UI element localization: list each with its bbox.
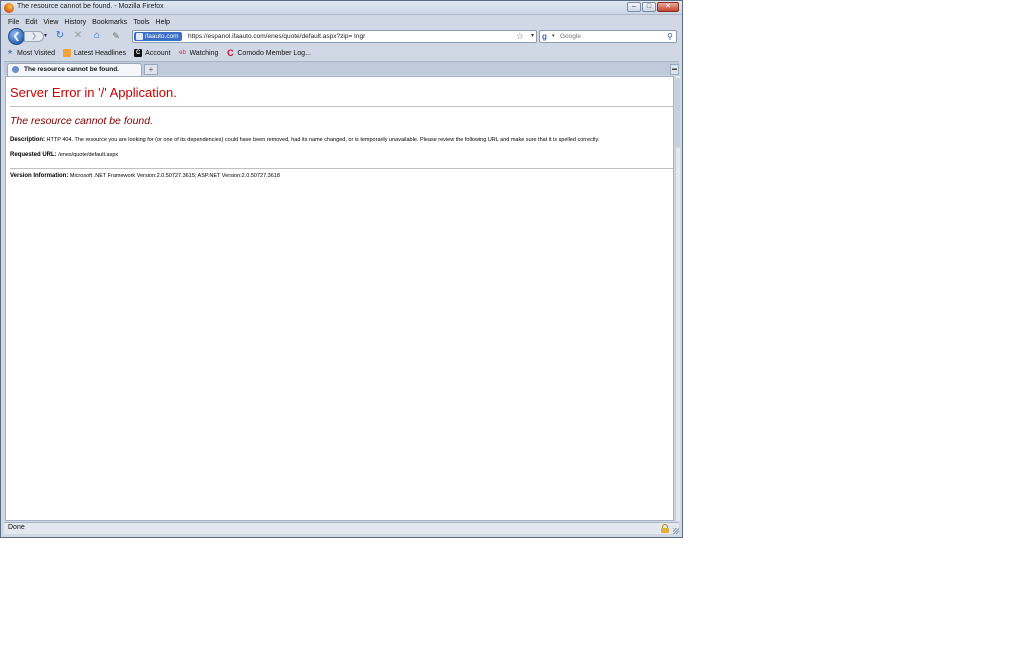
url-input[interactable] bbox=[188, 31, 508, 42]
description-text: HTTP 404. The resource you are looking f… bbox=[46, 137, 600, 143]
page-subheading: The resource cannot be found. bbox=[10, 115, 154, 127]
bookmark-label: Watching bbox=[189, 49, 219, 57]
vertical-scrollbar[interactable] bbox=[675, 76, 680, 521]
tools-icon[interactable]: ✎ bbox=[110, 30, 122, 42]
forward-arrow-icon: ❯ bbox=[31, 33, 37, 40]
title-bar[interactable]: The resource cannot be found. - Mozilla … bbox=[1, 1, 682, 15]
most-visited-icon: ★ bbox=[6, 49, 14, 56]
maximize-button[interactable]: □ bbox=[642, 2, 656, 12]
site-identity-button[interactable]: ifaauto.com bbox=[134, 32, 182, 41]
version-label: Version Information: bbox=[10, 173, 69, 179]
search-input[interactable] bbox=[560, 31, 660, 42]
back-button[interactable]: ❮ bbox=[8, 28, 25, 45]
version-value: Microsoft .NET Framework Version:2.0.507… bbox=[69, 173, 280, 179]
menu-bookmarks[interactable]: Bookmarks bbox=[92, 19, 127, 26]
engine-dropdown-icon[interactable]: ▾ bbox=[552, 33, 555, 39]
requested-url-paragraph: Requested URL: /enes/quote/default.aspx bbox=[10, 152, 118, 158]
page-favicon-icon bbox=[12, 66, 19, 73]
comodo-site-icon: C bbox=[227, 48, 234, 58]
window-title: The resource cannot be found. - Mozilla … bbox=[17, 3, 164, 10]
bookmarks-toolbar: ★ Most Visited Latest Headlines C Accoun… bbox=[6, 47, 311, 59]
back-arrow-icon: ❮ bbox=[12, 31, 21, 41]
menu-file[interactable]: File bbox=[8, 19, 19, 26]
forward-button[interactable]: ❯ bbox=[24, 31, 44, 42]
bookmark-account[interactable]: C Account bbox=[134, 49, 170, 57]
bookmark-label: Most Visited bbox=[17, 49, 55, 57]
browser-window: The resource cannot be found. - Mozilla … bbox=[0, 0, 683, 538]
tab-strip: The resource cannot be found. + ▬ bbox=[4, 61, 679, 76]
scrollbar-thumb[interactable] bbox=[676, 78, 680, 148]
divider bbox=[10, 168, 673, 169]
tab-list-button[interactable]: ▬ bbox=[670, 64, 679, 75]
site-identity-label: ifaauto.com bbox=[145, 33, 179, 40]
reload-icon[interactable]: ↻ bbox=[54, 30, 66, 42]
resize-grip-icon[interactable] bbox=[673, 528, 679, 534]
search-bar[interactable]: g ▾ ⚲ bbox=[539, 30, 677, 43]
lock-icon[interactable] bbox=[661, 524, 669, 533]
close-button[interactable]: ✕ bbox=[657, 2, 679, 12]
home-icon[interactable]: ⌂ bbox=[91, 30, 103, 42]
navigation-toolbar: ❮ ❯ ▾ ↻ ✕ ⌂ ✎ ifaauto.com ☆ ▾ g ▾ ⚲ bbox=[4, 28, 679, 45]
menu-view[interactable]: View bbox=[43, 19, 58, 26]
menu-bar: File Edit View History Bookmarks Tools H… bbox=[4, 16, 170, 28]
description-label: Description: bbox=[10, 137, 46, 143]
ebay-site-icon: eb bbox=[179, 50, 186, 56]
star-icon[interactable]: ☆ bbox=[516, 31, 524, 42]
bookmark-watching[interactable]: eb Watching bbox=[178, 49, 218, 57]
status-bar: Done bbox=[4, 522, 679, 534]
menu-edit[interactable]: Edit bbox=[25, 19, 37, 26]
account-site-icon: C bbox=[134, 49, 143, 57]
history-dropdown-icon[interactable]: ▾ bbox=[44, 32, 47, 39]
version-paragraph: Version Information: Microsoft .NET Fram… bbox=[10, 173, 280, 179]
rss-feed-icon bbox=[63, 49, 71, 57]
bookmark-label: Account bbox=[145, 49, 171, 57]
google-engine-icon[interactable]: g bbox=[542, 32, 551, 41]
minimize-button[interactable]: – bbox=[627, 2, 641, 12]
page-heading: Server Error in '/' Application. bbox=[10, 85, 177, 100]
url-dropdown-icon[interactable]: ▾ bbox=[531, 32, 534, 39]
stop-icon[interactable]: ✕ bbox=[72, 30, 84, 42]
menu-help[interactable]: Help bbox=[156, 19, 170, 26]
bookmark-label: Comodo Member Log... bbox=[237, 49, 311, 57]
requested-url-label: Requested URL: bbox=[10, 152, 57, 158]
new-tab-button[interactable]: + bbox=[144, 64, 158, 75]
url-bar[interactable]: ifaauto.com ☆ ▾ bbox=[132, 30, 537, 43]
description-paragraph: Description: HTTP 404. The resource you … bbox=[10, 137, 599, 143]
menu-history[interactable]: History bbox=[64, 19, 86, 26]
firefox-logo-icon bbox=[4, 3, 14, 13]
tab-label: The resource cannot be found. bbox=[24, 66, 119, 73]
window-controls: – □ ✕ bbox=[627, 2, 679, 12]
bookmark-latest-headlines[interactable]: Latest Headlines bbox=[63, 49, 126, 57]
status-text: Done bbox=[8, 524, 25, 531]
site-identity-icon bbox=[136, 33, 143, 40]
bookmark-label: Latest Headlines bbox=[74, 49, 127, 57]
page-content: Server Error in '/' Application. The res… bbox=[5, 76, 674, 521]
tab-active[interactable]: The resource cannot be found. bbox=[7, 63, 142, 76]
bookmark-most-visited[interactable]: ★ Most Visited bbox=[6, 49, 55, 57]
magnifier-icon[interactable]: ⚲ bbox=[667, 31, 673, 42]
requested-url-value: /enes/quote/default.aspx bbox=[58, 152, 119, 158]
bookmark-comodo[interactable]: C Comodo Member Log... bbox=[226, 48, 311, 58]
divider bbox=[10, 106, 673, 107]
menu-tools[interactable]: Tools bbox=[133, 19, 149, 26]
